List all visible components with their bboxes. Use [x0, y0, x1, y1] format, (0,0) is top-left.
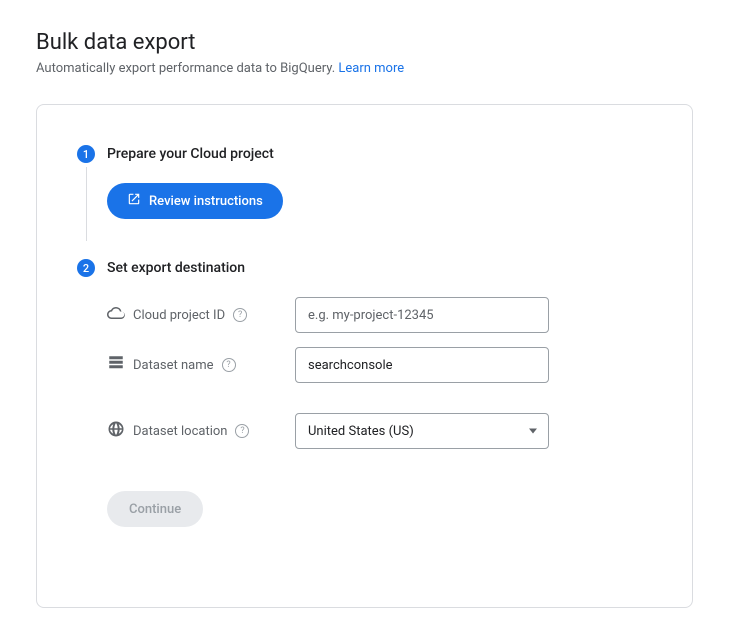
subtitle-text: Automatically export performance data to…	[36, 61, 335, 76]
dataset-icon	[107, 354, 125, 376]
dataset-location-select[interactable]: United States (US)	[295, 413, 549, 449]
step-2-badge: 2	[77, 259, 95, 277]
help-icon[interactable]: ?	[233, 308, 247, 322]
step-prepare-project: 1 Prepare your Cloud project Review inst…	[77, 145, 652, 219]
project-id-input[interactable]	[295, 297, 549, 333]
export-card: 1 Prepare your Cloud project Review inst…	[36, 104, 693, 608]
step-1-title: Prepare your Cloud project	[107, 145, 652, 163]
dataset-name-input[interactable]	[295, 347, 549, 383]
step-connector-line	[86, 167, 87, 241]
review-instructions-label: Review instructions	[149, 194, 263, 209]
project-id-label: Cloud project ID	[133, 308, 225, 323]
review-instructions-button[interactable]: Review instructions	[107, 183, 283, 219]
dataset-name-row: Dataset name ?	[107, 347, 652, 383]
page-subtitle: Automatically export performance data to…	[36, 61, 693, 76]
step-set-destination: 2 Set export destination Cloud project I…	[77, 259, 652, 527]
page-title: Bulk data export	[36, 30, 693, 55]
project-id-row: Cloud project ID ?	[107, 297, 652, 333]
dataset-location-label: Dataset location	[133, 424, 227, 439]
step-2-title: Set export destination	[107, 259, 652, 277]
continue-button[interactable]: Continue	[107, 491, 203, 527]
help-icon[interactable]: ?	[235, 424, 249, 438]
step-1-badge: 1	[77, 145, 95, 163]
dataset-name-label: Dataset name	[133, 358, 214, 373]
dataset-location-row: Dataset location ? United States (US)	[107, 413, 652, 449]
learn-more-link[interactable]: Learn more	[338, 61, 404, 76]
globe-icon	[107, 420, 125, 442]
open-in-new-icon	[127, 192, 141, 210]
help-icon[interactable]: ?	[222, 358, 236, 372]
cloud-icon	[107, 304, 125, 326]
